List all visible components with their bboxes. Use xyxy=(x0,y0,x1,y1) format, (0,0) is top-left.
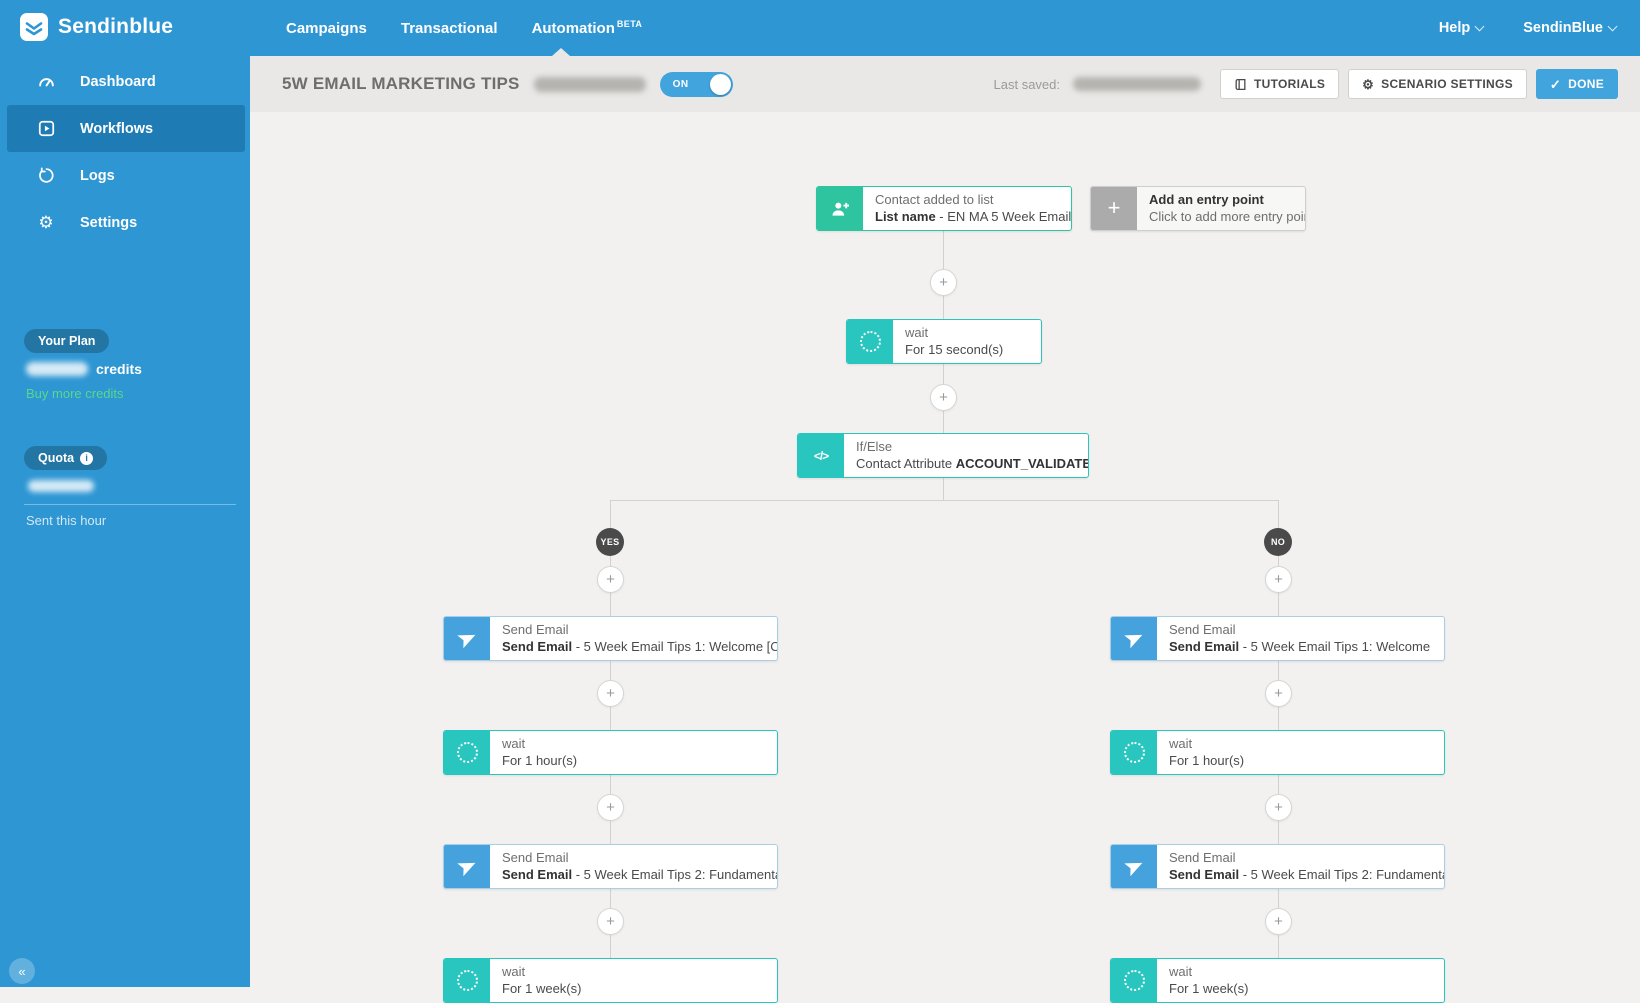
tab-transactional[interactable]: Transactional xyxy=(401,20,498,37)
add-step-button[interactable]: + xyxy=(597,680,624,707)
primary-nav-tabs: Campaigns Transactional AutomationBETA xyxy=(286,0,642,56)
send-email-node[interactable]: Send Email Send Email - 5 Week Email Tip… xyxy=(443,616,778,661)
last-saved-time-redacted xyxy=(1073,77,1201,91)
send-email-node[interactable]: Send Email Send Email - 5 Week Email Tip… xyxy=(1110,844,1445,889)
connector-line xyxy=(610,500,1278,501)
chevron-down-icon xyxy=(1608,22,1618,32)
add-step-button[interactable]: + xyxy=(1265,680,1292,707)
sent-this-hour-label: Sent this hour xyxy=(26,513,106,528)
paper-plane-icon xyxy=(444,845,490,888)
nav-right-links: Help SendinBlue xyxy=(1439,0,1616,56)
credits-row: credits xyxy=(26,361,142,377)
brand-logo[interactable]: Sendinblue xyxy=(20,13,173,41)
wait-spinner-icon xyxy=(1111,959,1157,1002)
collapse-sidebar-button[interactable]: « xyxy=(9,958,35,984)
sidebar-divider xyxy=(24,504,236,505)
top-navigation-bar: Sendinblue Campaigns Transactional Autom… xyxy=(0,0,1640,56)
last-saved-label: Last saved: xyxy=(994,77,1061,92)
wait-spinner-icon xyxy=(847,320,893,363)
yes-branch-badge: YES xyxy=(596,528,624,556)
paper-plane-icon xyxy=(1111,845,1157,888)
tutorials-button[interactable]: TUTORIALS xyxy=(1220,69,1339,99)
your-plan-badge: Your Plan xyxy=(24,329,109,353)
done-button[interactable]: ✓ DONE xyxy=(1536,69,1618,99)
add-step-button[interactable]: + xyxy=(1265,566,1292,593)
code-condition-icon: </> xyxy=(798,434,844,477)
sidebar: Dashboard Workflows Logs ⚙ Settings Your… xyxy=(0,56,250,987)
workflows-icon xyxy=(36,119,56,139)
workflow-active-toggle[interactable]: ON xyxy=(660,72,733,97)
workflow-title: 5W EMAIL MARKETING TIPS xyxy=(282,74,520,94)
dashboard-icon xyxy=(36,72,56,92)
sendinblue-logo-icon xyxy=(20,13,48,41)
wait-node[interactable]: wait For 1 week(s) xyxy=(443,958,778,1003)
help-menu[interactable]: Help xyxy=(1439,20,1483,36)
beta-badge: BETA xyxy=(617,19,642,29)
add-step-button[interactable]: + xyxy=(930,384,957,411)
toggle-knob xyxy=(710,74,731,95)
buy-more-credits-link[interactable]: Buy more credits xyxy=(26,386,124,401)
wait-node[interactable]: wait For 1 hour(s) xyxy=(1110,730,1445,775)
gear-icon: ⚙ xyxy=(36,213,56,233)
quota-badge: Quota i xyxy=(24,446,107,470)
add-step-button[interactable]: + xyxy=(930,269,957,296)
if-else-node[interactable]: </> If/Else Contact Attribute ACCOUNT_VA… xyxy=(797,433,1089,478)
plus-icon: + xyxy=(1091,187,1137,230)
tab-automation[interactable]: AutomationBETA xyxy=(532,19,643,37)
paper-plane-icon xyxy=(1111,617,1157,660)
info-icon: i xyxy=(80,452,93,465)
gear-icon: ⚙ xyxy=(1362,78,1374,91)
send-email-node[interactable]: Send Email Send Email - 5 Week Email Tip… xyxy=(443,844,778,889)
wait-spinner-icon xyxy=(1111,731,1157,774)
add-step-button[interactable]: + xyxy=(1265,908,1292,935)
no-branch-badge: NO xyxy=(1264,528,1292,556)
add-entry-point-node[interactable]: + Add an entry point Click to add more e… xyxy=(1090,186,1306,231)
sidebar-item-workflows[interactable]: Workflows xyxy=(7,105,245,152)
sidebar-item-logs[interactable]: Logs xyxy=(0,152,250,199)
send-email-node[interactable]: Send Email Send Email - 5 Week Email Tip… xyxy=(1110,616,1445,661)
chevron-down-icon xyxy=(1475,22,1485,32)
account-menu[interactable]: SendinBlue xyxy=(1523,20,1616,36)
logs-history-icon xyxy=(36,166,56,186)
add-step-button[interactable]: + xyxy=(597,794,624,821)
brand-name: Sendinblue xyxy=(58,15,173,39)
add-step-button[interactable]: + xyxy=(1265,794,1292,821)
add-step-button[interactable]: + xyxy=(597,908,624,935)
wait-15-seconds-node[interactable]: wait For 15 second(s) xyxy=(846,319,1042,364)
sidebar-item-dashboard[interactable]: Dashboard xyxy=(0,58,250,105)
wait-node[interactable]: wait For 1 hour(s) xyxy=(443,730,778,775)
paper-plane-icon xyxy=(444,617,490,660)
wait-spinner-icon xyxy=(444,959,490,1002)
sidebar-item-settings[interactable]: ⚙ Settings xyxy=(0,199,250,246)
workflow-canvas: Contact added to list List name - EN MA … xyxy=(250,112,1640,987)
workflow-header-bar: 5W EMAIL MARKETING TIPS ON Last saved: T… xyxy=(250,56,1640,112)
contact-add-icon xyxy=(817,187,863,230)
tab-campaigns[interactable]: Campaigns xyxy=(286,20,367,37)
wait-node[interactable]: wait For 1 week(s) xyxy=(1110,958,1445,1003)
entry-node-contact-added-to-list[interactable]: Contact added to list List name - EN MA … xyxy=(816,186,1072,231)
wait-spinner-icon xyxy=(444,731,490,774)
add-step-button[interactable]: + xyxy=(597,566,624,593)
title-note-redacted xyxy=(534,77,646,92)
scenario-settings-button[interactable]: ⚙ SCENARIO SETTINGS xyxy=(1348,69,1527,99)
check-icon: ✓ xyxy=(1550,78,1561,91)
active-tab-notch xyxy=(552,48,570,56)
quota-value-redacted xyxy=(28,480,94,492)
book-icon xyxy=(1234,78,1247,91)
credits-amount-redacted xyxy=(26,362,88,376)
